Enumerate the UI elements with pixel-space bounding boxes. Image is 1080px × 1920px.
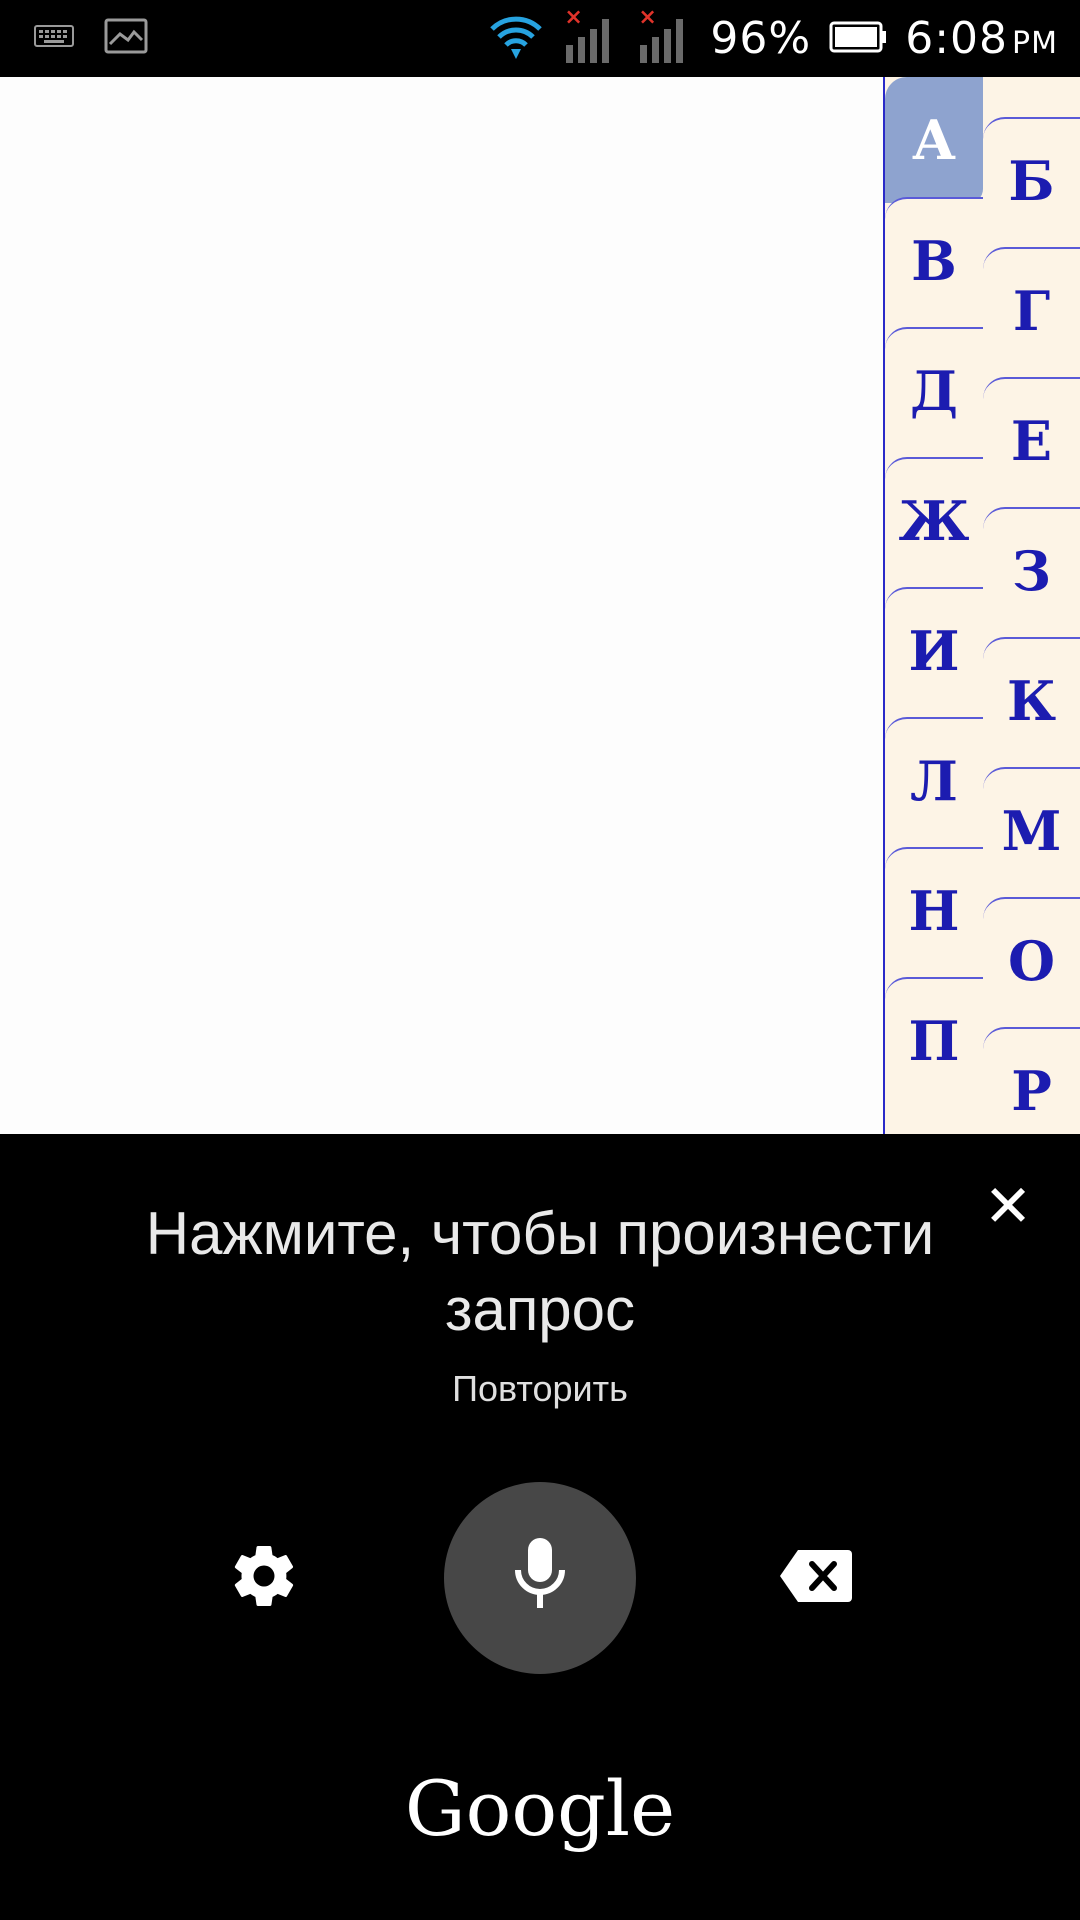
- google-logo: Google: [404, 1764, 676, 1853]
- image-icon: [104, 18, 148, 58]
- backspace-icon[interactable]: [778, 1548, 854, 1604]
- notification-icons: [34, 18, 148, 58]
- alphabet-tab[interactable]: Е: [983, 377, 1080, 503]
- system-indicators: × × 96% 6:08 PM: [488, 0, 1058, 77]
- alphabet-tab[interactable]: Р: [983, 1027, 1080, 1134]
- dictionary-content: А В Д Ж И Л Н П Б Г Е З К М О Р: [0, 77, 1080, 1134]
- gear-icon[interactable]: [228, 1540, 300, 1612]
- microphone-button[interactable]: [444, 1482, 636, 1674]
- alphabet-tab[interactable]: Л: [885, 717, 983, 843]
- alphabet-tab[interactable]: И: [885, 587, 983, 713]
- signal-icon: ×: [562, 5, 618, 63]
- voice-prompt[interactable]: Нажмите, чтобы произнести запрос: [60, 1196, 1020, 1348]
- alphabet-tab[interactable]: Ж: [885, 457, 983, 583]
- keyboard-icon: [34, 22, 74, 54]
- clock-time: 6:08: [905, 13, 1009, 64]
- alphabet-tab[interactable]: Д: [885, 327, 983, 453]
- wifi-icon: [488, 13, 544, 65]
- alphabet-tab[interactable]: П: [885, 977, 983, 1103]
- voice-input-panel: ✕ Нажмите, чтобы произнести запрос Повто…: [0, 1134, 1080, 1920]
- alphabet-tab[interactable]: Г: [983, 247, 1080, 373]
- alphabet-tab[interactable]: О: [983, 897, 1080, 1023]
- alphabet-tab[interactable]: М: [983, 767, 1080, 893]
- alphabet-tab[interactable]: В: [885, 197, 983, 323]
- alphabet-column-left: А В Д Ж И Л Н П: [883, 77, 986, 1134]
- signal-icon: ×: [636, 5, 692, 63]
- clock-suffix: PM: [1012, 26, 1058, 61]
- microphone-icon: [515, 1538, 565, 1608]
- clock: 6:08 PM: [905, 13, 1058, 64]
- retry-link[interactable]: Повторить: [0, 1368, 1080, 1410]
- alphabet-tab[interactable]: З: [983, 507, 1080, 633]
- alphabet-tab[interactable]: А: [885, 77, 983, 203]
- battery-percent: 96%: [710, 13, 812, 64]
- battery-icon: [829, 20, 887, 58]
- alphabet-tab[interactable]: Н: [885, 847, 983, 973]
- alphabet-tab[interactable]: К: [983, 637, 1080, 763]
- alphabet-column-right: Б Г Е З К М О Р: [983, 77, 1080, 1134]
- alphabet-tab[interactable]: Б: [983, 117, 1080, 243]
- status-bar: × × 96% 6:08 PM: [0, 0, 1080, 77]
